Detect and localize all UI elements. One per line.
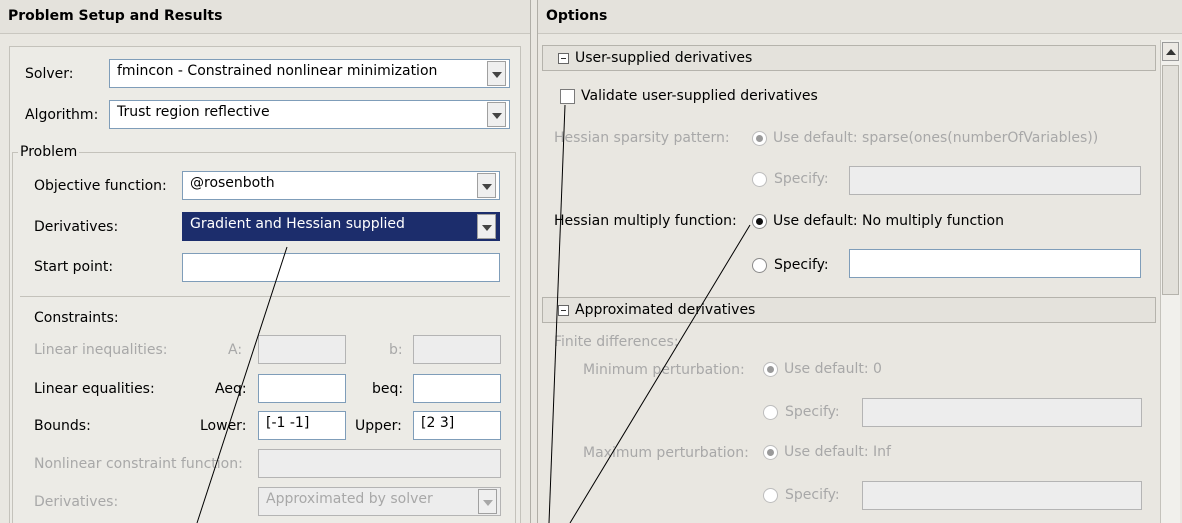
callout-line-derivatives: [196, 246, 288, 523]
callout-lines: [196, 104, 751, 523]
callout-line-validate: [548, 104, 566, 523]
callout-line-multiply: [569, 224, 751, 523]
